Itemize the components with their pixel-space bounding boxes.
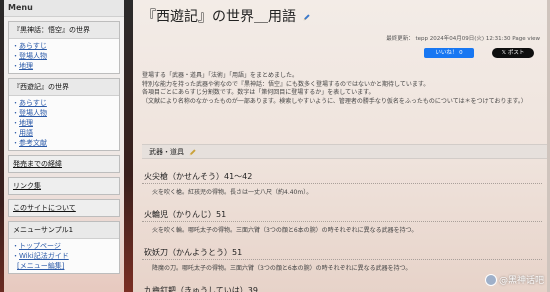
menu-link-wiki-guide[interactable]: Wiki記法ガイド [9,251,119,261]
watermark: @黑神话吧 [484,273,544,286]
menu-link-top-page[interactable]: トップページ [9,241,119,251]
term-description: 火を吹く輪。哪吒太子の得物。三面六臂（3つの顔と6本の腕）の時それぞれに異なる武… [152,227,418,234]
menu-link-saiyuki-geography[interactable]: 地理 [9,118,119,128]
page-meta: 最終更新： tepp 2024年04月09日(火) 12:31:30 Page … [386,36,540,42]
menu-edit-link[interactable]: [メニュー編集] [9,261,119,271]
term-description: 火を吹く槍。紅孩児の得物。長さは一丈八尺（約4.40m）。 [152,189,313,196]
intro-text: 登場する「武器・道具」「法術」「用語」をまとめました。 特別な能力を持った武器や… [142,72,527,105]
x-post-button[interactable]: 𝕏 ポスト [492,48,534,58]
edit-pencil-icon[interactable] [188,148,197,157]
term-entry: 火輪児（かりんじ）51 火を吹く輪。哪吒太子の得物。三面六臂（3つの顔と6本の腕… [142,208,542,234]
menu-link-kokushinwa-characters[interactable]: 登場人物 [9,51,119,61]
menu-box-kokushinwa: 『黒神話：悟空』の世界 あらすじ 登場人物 地理 [8,21,120,74]
term-entry: 九齒釘耙（きゅうしていは）39 [142,284,542,292]
facebook-like-button[interactable]: いいね！ 0 [424,48,474,58]
menu-box-saiyuki: 『西遊記』の世界 あらすじ 登場人物 地理 用語 参考文献 [8,78,120,151]
main-content: 『西遊記』の世界＿用語 最終更新： tepp 2024年04月09日(火) 12… [133,0,550,292]
menu-link-kokushinwa-synopsis[interactable]: あらすじ [9,41,119,51]
menu-title: Menu [4,0,124,17]
menu-link-kokushinwa-geography[interactable]: 地理 [9,61,119,71]
menu-link-links[interactable]: リンク集 [8,177,120,195]
menu-box-title: メニューサンプル1 [9,222,119,239]
term-title: 砍妖刀（かんようとう）51 [142,246,542,260]
term-title: 九齒釘耙（きゅうしていは）39 [142,284,542,292]
menu-link-about[interactable]: このサイトについて [8,199,120,217]
menu-link-saiyuki-references[interactable]: 参考文献 [9,138,119,148]
page-title: 『西遊記』の世界＿用語 [142,6,311,26]
section-heading-weapons: 武器・道具 [142,144,547,159]
menu-box-title: 『西遊記』の世界 [9,79,119,96]
term-entry: 砍妖刀（かんようとう）51 降魔の刀。哪吒太子の得物。三面六臂（3つの顔と6本の… [142,246,542,272]
window-frame-divider [124,0,133,292]
sidebar: Menu 『黒神話：悟空』の世界 あらすじ 登場人物 地理 『西遊記』の世界 あ… [4,0,124,292]
term-title: 火輪児（かりんじ）51 [142,208,542,222]
tieba-logo-icon [484,274,497,286]
term-entry: 火尖槍（かせんそう）41～42 火を吹く槍。紅孩児の得物。長さは一丈八尺（約4.… [142,170,542,196]
menu-link-release-history[interactable]: 発売までの経緯 [8,155,120,173]
menu-link-saiyuki-characters[interactable]: 登場人物 [9,108,119,118]
menu-link-saiyuki-synopsis[interactable]: あらすじ [9,98,119,108]
menu-link-saiyuki-terms[interactable]: 用語 [9,128,119,138]
term-title: 火尖槍（かせんそう）41～42 [142,170,542,184]
menu-box-sample: メニューサンプル1 トップページ Wiki記法ガイド [メニュー編集] [8,221,120,274]
menu-box-title: 『黒神話：悟空』の世界 [9,22,119,39]
edit-pencil-icon[interactable] [302,13,311,22]
term-description: 降魔の刀。哪吒太子の得物。三面六臂（3つの顔と6本の腕）の時それぞれに異なる武器… [152,265,412,272]
